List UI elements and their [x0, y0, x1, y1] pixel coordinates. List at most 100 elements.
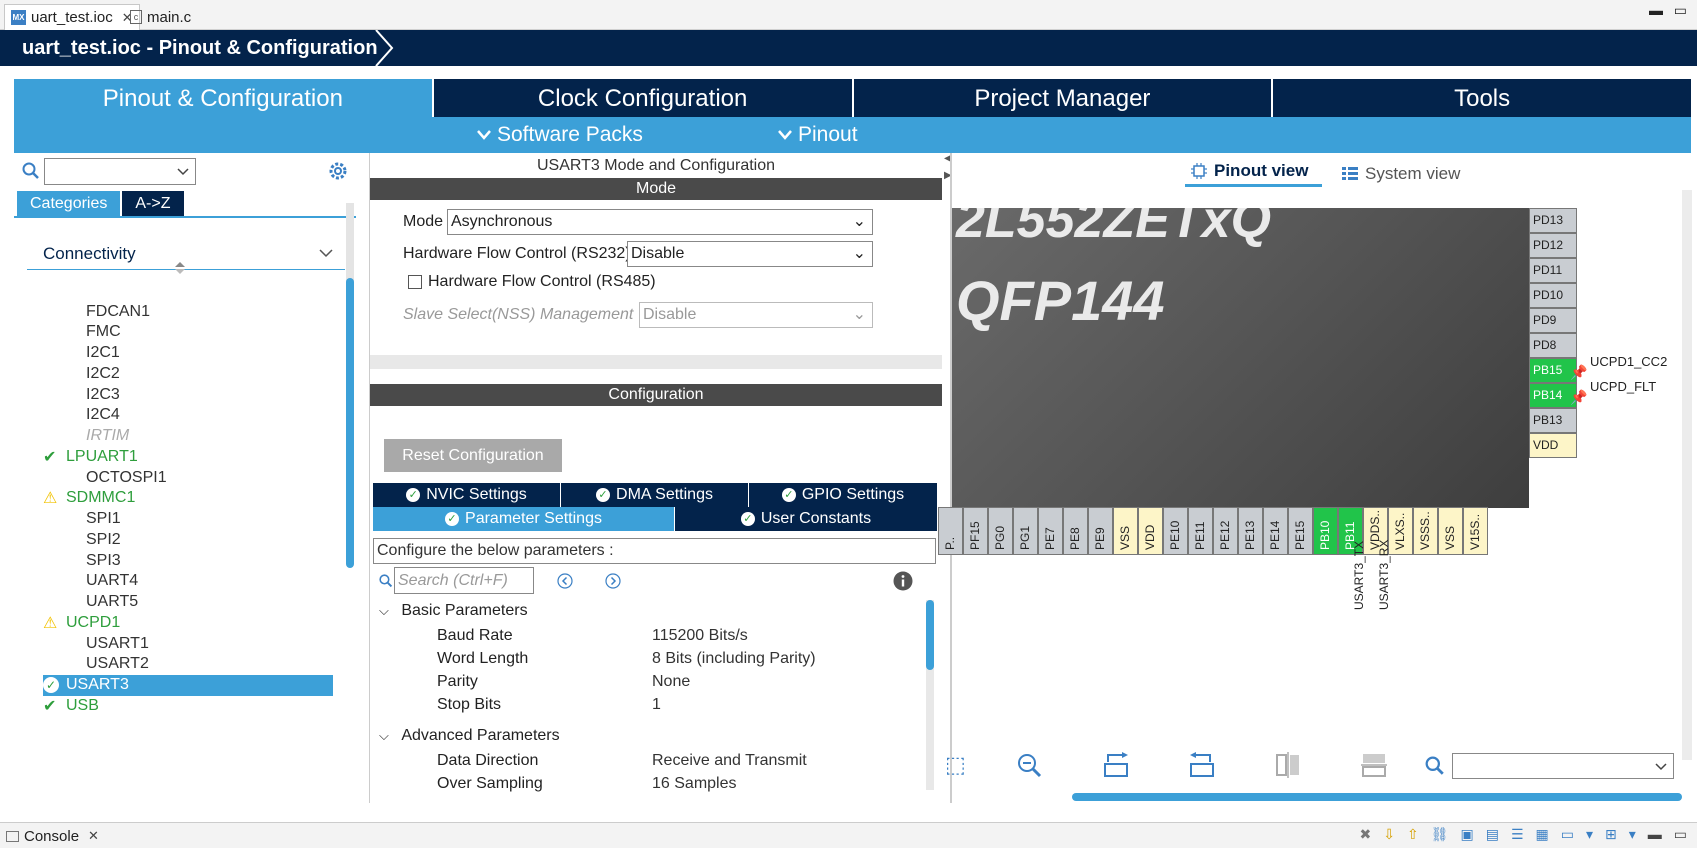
peripheral-item[interactable]: USART1 — [43, 633, 333, 654]
zoom-out-icon[interactable] — [1016, 752, 1042, 778]
pin-bottom[interactable]: PE12 — [1213, 507, 1238, 555]
pinout-menu[interactable]: Pinout — [778, 117, 858, 153]
gear-icon[interactable] — [328, 161, 348, 181]
param-value[interactable]: None — [652, 673, 690, 691]
pin-bottom[interactable]: PE15 — [1288, 507, 1313, 555]
fit-icon[interactable]: ⬚ — [945, 752, 966, 778]
peripheral-item[interactable]: I2C3 — [43, 384, 333, 405]
pin-bottom[interactable]: VLXS.. — [1388, 507, 1413, 555]
maximize-icon[interactable]: ▭ — [1674, 826, 1687, 843]
param-value[interactable]: 1 — [652, 696, 661, 714]
rotate-left-icon[interactable] — [1188, 752, 1216, 778]
arrow-down-icon[interactable]: ⇩ — [1383, 826, 1395, 843]
sort-icon[interactable] — [175, 262, 185, 274]
pin-right[interactable]: PD8 — [1529, 333, 1577, 358]
vertical-scrollbar[interactable] — [1682, 190, 1692, 760]
tab-dma-settings[interactable]: ✓ DMA Settings — [561, 483, 749, 507]
hw-flow-select[interactable]: Disable ⌄ — [627, 241, 873, 267]
tab-project-manager[interactable]: Project Manager — [853, 79, 1274, 117]
pin-bottom[interactable]: PG0 — [988, 507, 1013, 555]
link-icon[interactable]: ⛓ — [1431, 826, 1449, 843]
pin-right[interactable]: PD12 — [1529, 233, 1577, 258]
pin-right[interactable]: PB13 — [1529, 408, 1577, 433]
tab-a-z[interactable]: A->Z — [122, 191, 184, 216]
mcu-chip[interactable]: 2L552ZETxQ QFP144 — [952, 208, 1529, 508]
pin-right[interactable]: PD13 — [1529, 208, 1577, 233]
peripheral-item[interactable]: USART2 — [43, 654, 333, 675]
tab-gpio-settings[interactable]: ✓ GPIO Settings — [749, 483, 937, 507]
scroll-thumb[interactable] — [926, 600, 934, 670]
peripheral-item[interactable]: SPI2 — [43, 529, 333, 550]
pin-bottom[interactable]: VDD — [1138, 507, 1163, 555]
pin-bottom[interactable]: VSSS.. — [1413, 507, 1438, 555]
pin-bottom[interactable]: VSS — [1113, 507, 1138, 555]
editor-tab-main-c[interactable]: c main.c — [124, 4, 197, 30]
tab-clock-configuration[interactable]: Clock Configuration — [433, 79, 854, 117]
pin-bottom[interactable]: V15S.. — [1463, 507, 1488, 555]
tab-user-constants[interactable]: ✓ User Constants — [675, 507, 937, 531]
pin-bottom[interactable]: PE7 — [1038, 507, 1063, 555]
view-menu-icon[interactable]: ▾ — [1629, 826, 1636, 843]
param-value[interactable]: 8 Bits (including Parity) — [652, 650, 816, 668]
clear-icon[interactable]: ✖ — [1359, 826, 1371, 843]
peripheral-item[interactable]: ✔ LPUART1 — [43, 446, 333, 467]
tab-parameter-settings[interactable]: ✓ Parameter Settings — [373, 507, 675, 531]
list-icon[interactable]: ☰ — [1511, 826, 1524, 843]
scroll-thumb[interactable] — [346, 278, 354, 568]
reset-configuration-button[interactable]: Reset Configuration — [384, 439, 562, 472]
previous-icon[interactable] — [557, 573, 573, 589]
peripheral-item[interactable]: ⚠ SDMMC1 — [43, 488, 333, 509]
display-icon[interactable]: ▾ — [1586, 826, 1593, 843]
minimize-icon[interactable]: ▬ — [1648, 826, 1662, 843]
peripheral-search-combo[interactable] — [44, 158, 196, 185]
minimize-icon[interactable]: ▬ — [1649, 2, 1663, 18]
pin-bottom[interactable]: PE13 — [1238, 507, 1263, 555]
peripheral-item[interactable]: ✔ USB — [43, 695, 333, 716]
peripheral-item[interactable]: OCTOSPI1 — [43, 467, 333, 488]
pin-right[interactable]: VDD — [1529, 433, 1577, 458]
param-value[interactable]: Receive and Transmit — [652, 752, 807, 770]
software-packs-menu[interactable]: Software Packs — [477, 117, 643, 153]
open-console-icon[interactable]: ▭ — [1561, 826, 1574, 843]
param-value[interactable]: 115200 Bits/s — [652, 627, 748, 645]
pin-bottom[interactable]: PE14 — [1263, 507, 1288, 555]
category-connectivity[interactable]: Connectivity — [27, 238, 345, 270]
pin-console-icon[interactable]: ▦ — [1536, 826, 1549, 843]
tab-categories[interactable]: Categories — [17, 191, 121, 216]
next-icon[interactable] — [605, 573, 621, 589]
basic-params-group[interactable]: ⌵ Basic Parameters — [379, 602, 528, 620]
peripheral-item[interactable]: I2C1 — [43, 343, 333, 364]
pin-bottom[interactable]: PE8 — [1063, 507, 1088, 555]
peripheral-item[interactable]: I2C4 — [43, 405, 333, 426]
tab-tools[interactable]: Tools — [1273, 79, 1691, 117]
pin-right[interactable]: PD9 — [1529, 308, 1577, 333]
pin-bottom[interactable]: VSS — [1438, 507, 1463, 555]
pin-right[interactable]: PD11 — [1529, 258, 1577, 283]
peripheral-item[interactable]: ✓ USART3 — [43, 674, 333, 696]
close-icon[interactable]: ✕ — [88, 828, 99, 844]
peripheral-item[interactable]: FMC — [43, 322, 333, 343]
arrow-up-icon[interactable]: ⇧ — [1407, 826, 1419, 843]
advanced-params-group[interactable]: ⌵ Advanced Parameters — [379, 727, 560, 745]
tab-pinout-view[interactable]: Pinout view — [1185, 161, 1323, 187]
tab-nvic-settings[interactable]: ✓ NVIC Settings — [373, 483, 561, 507]
rs485-checkbox[interactable] — [408, 275, 422, 289]
peripheral-item[interactable]: I2C2 — [43, 363, 333, 384]
copy-icon[interactable]: ▣ — [1460, 826, 1473, 843]
info-icon[interactable] — [893, 571, 913, 591]
pin-right[interactable]: PD10 — [1529, 283, 1577, 308]
pin-bottom[interactable]: PG1 — [1013, 507, 1038, 555]
peripheral-item[interactable]: UART5 — [43, 592, 333, 613]
pin-bottom[interactable]: PE11 — [1188, 507, 1213, 555]
pin-bottom[interactable]: PF15 — [963, 507, 988, 555]
rotate-right-icon[interactable] — [1102, 752, 1130, 778]
parameter-search-input[interactable]: Search (Ctrl+F) — [394, 567, 534, 594]
maximize-icon[interactable]: ▭ — [1674, 2, 1687, 19]
peripheral-item[interactable]: SPI1 — [43, 509, 333, 530]
tab-system-view[interactable]: System view — [1342, 161, 1460, 187]
pin-bottom[interactable]: PE10 — [1163, 507, 1188, 555]
peripheral-item[interactable]: UART4 — [43, 571, 333, 592]
horizontal-scrollbar[interactable] — [1072, 793, 1682, 801]
new-console-icon[interactable]: ⊞ — [1605, 826, 1617, 843]
pin-bottom[interactable]: PE9 — [1088, 507, 1113, 555]
